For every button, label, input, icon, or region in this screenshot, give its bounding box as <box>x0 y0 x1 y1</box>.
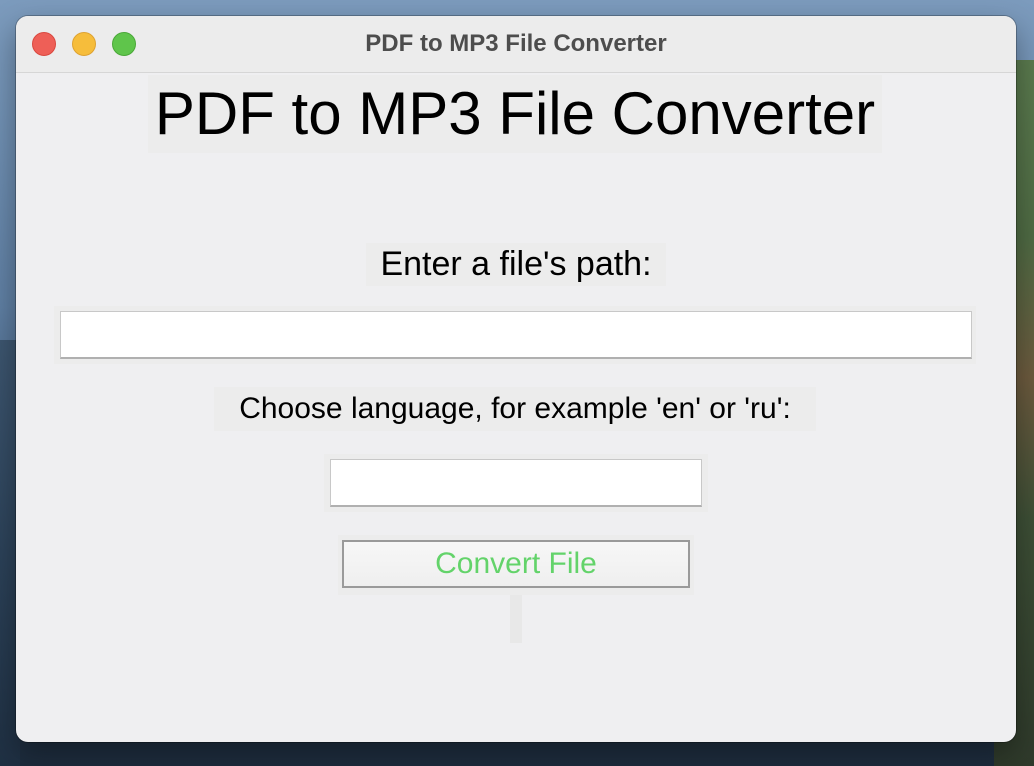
status-label <box>510 595 522 643</box>
convert-file-button[interactable]: Convert File <box>342 540 690 588</box>
window-title: PDF to MP3 File Converter <box>365 30 667 57</box>
main-content: PDF to MP3 File Converter Enter a file's… <box>16 73 1016 742</box>
title-bar[interactable]: PDF to MP3 File Converter <box>16 16 1016 73</box>
file-path-label: Enter a file's path: <box>366 243 666 286</box>
language-label: Choose language, for example 'en' or 'ru… <box>214 387 816 431</box>
file-path-input[interactable] <box>60 311 972 359</box>
app-window: PDF to MP3 File Converter PDF to MP3 Fil… <box>16 16 1016 742</box>
language-input[interactable] <box>330 459 702 507</box>
page-title: PDF to MP3 File Converter <box>148 75 882 153</box>
